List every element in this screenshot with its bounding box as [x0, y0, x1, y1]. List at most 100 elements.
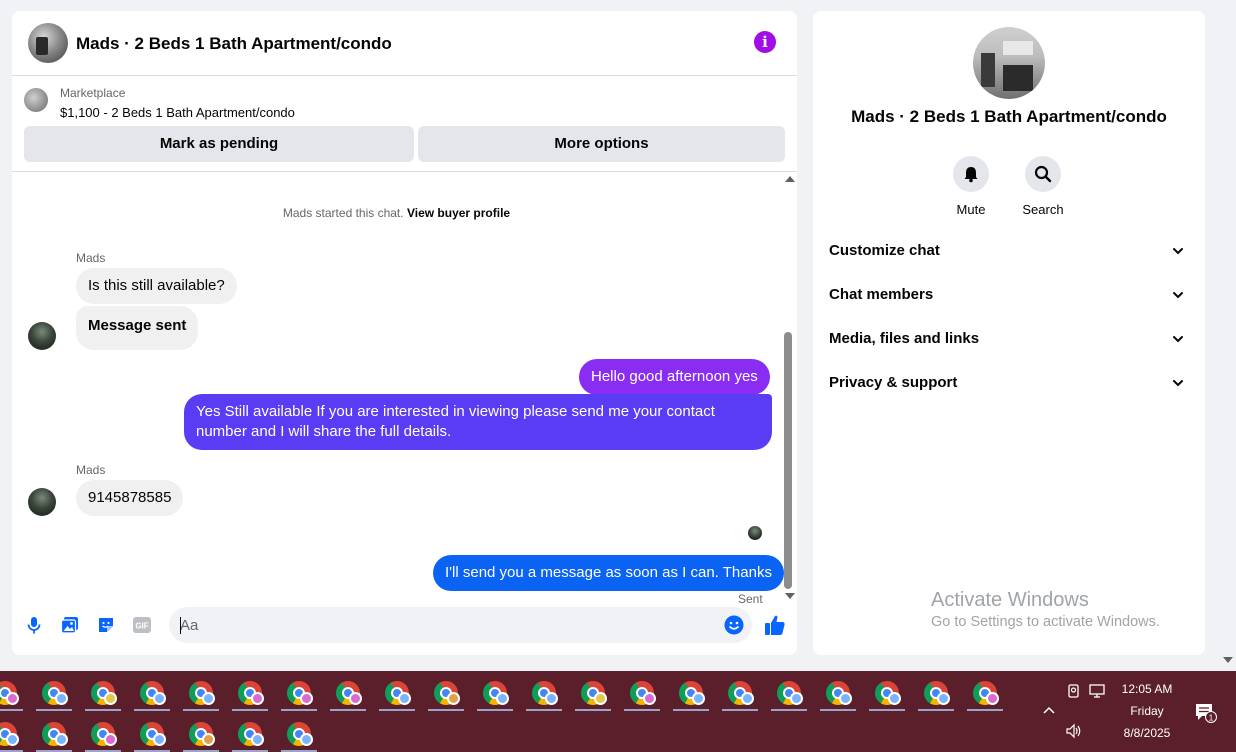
- taskbar-chrome-app[interactable]: [230, 673, 270, 711]
- outgoing-message-line-1: Yes Still available If you are intereste…: [196, 403, 715, 420]
- taskbar-chrome-app[interactable]: [671, 673, 711, 711]
- running-indicator: [624, 709, 660, 711]
- taskbar-chrome-app[interactable]: [769, 673, 809, 711]
- chat-started-note: Mads started this chat. View buyer profi…: [12, 206, 781, 220]
- info-icon[interactable]: i: [754, 31, 776, 53]
- taskbar-chrome-app[interactable]: [867, 673, 907, 711]
- volume-icon[interactable]: [1065, 723, 1083, 739]
- notification-center-icon[interactable]: 1: [1194, 702, 1218, 724]
- profile-badge-icon: [643, 692, 656, 705]
- clock-day[interactable]: Friday: [1112, 704, 1182, 718]
- profile-badge-icon: [937, 692, 950, 705]
- taskbar-chrome-app[interactable]: [132, 714, 172, 752]
- gif-icon[interactable]: GIF: [132, 615, 152, 635]
- taskbar-chrome-app[interactable]: [524, 673, 564, 711]
- bell-icon: [964, 167, 978, 183]
- running-indicator: [820, 709, 856, 711]
- clock-date[interactable]: 8/8/2025: [1112, 726, 1182, 740]
- running-indicator: [281, 709, 317, 711]
- taskbar-chrome-app[interactable]: [0, 714, 25, 752]
- message-input[interactable]: [169, 607, 752, 643]
- marketplace-label: Marketplace: [60, 86, 126, 100]
- conversation-title[interactable]: Mads · 2 Beds 1 Bath Apartment/condo: [76, 34, 392, 54]
- scroll-up-arrow-icon[interactable]: [785, 176, 795, 182]
- profile-badge-icon: [251, 733, 264, 746]
- taskbar-chrome-app[interactable]: [916, 673, 956, 711]
- meet-now-icon[interactable]: [1066, 683, 1082, 699]
- listing-description[interactable]: $1,100 - 2 Beds 1 Bath Apartment/condo: [60, 105, 295, 120]
- section-label: Customize chat: [829, 242, 940, 259]
- view-buyer-profile-link[interactable]: View buyer profile: [407, 206, 510, 220]
- chat-members-section[interactable]: Chat members: [829, 280, 1189, 312]
- running-indicator: [575, 709, 611, 711]
- customize-chat-section[interactable]: Customize chat: [829, 236, 1189, 268]
- search-button[interactable]: Search: [1013, 156, 1073, 217]
- conversation-avatar[interactable]: [28, 23, 68, 63]
- profile-badge-icon: [104, 733, 117, 746]
- running-indicator: [36, 709, 72, 711]
- taskbar-chrome-app[interactable]: [181, 714, 221, 752]
- taskbar-chrome-app[interactable]: [328, 673, 368, 711]
- outgoing-message[interactable]: I'll send you a message as soon as I can…: [433, 555, 784, 591]
- running-indicator: [526, 709, 562, 711]
- more-options-button[interactable]: More options: [418, 126, 785, 162]
- profile-badge-icon: [741, 692, 754, 705]
- sender-avatar[interactable]: [28, 322, 56, 350]
- media-files-links-section[interactable]: Media, files and links: [829, 324, 1189, 356]
- taskbar-chrome-app[interactable]: [573, 673, 613, 711]
- profile-badge-icon: [986, 692, 999, 705]
- taskbar-chrome-app[interactable]: [622, 673, 662, 711]
- profile-badge-icon: [790, 692, 803, 705]
- incoming-message[interactable]: Is this still available?: [76, 268, 237, 304]
- taskbar-chrome-app[interactable]: [426, 673, 466, 711]
- taskbar-chrome-app[interactable]: [34, 673, 74, 711]
- microphone-icon[interactable]: [24, 615, 44, 635]
- taskbar-chrome-app[interactable]: [377, 673, 417, 711]
- sticker-icon[interactable]: [96, 615, 116, 635]
- taskbar-chrome-app[interactable]: [0, 673, 25, 711]
- conversation-info-panel: Mads · 2 Beds 1 Bath Apartment/condo Mut…: [813, 11, 1205, 655]
- network-icon[interactable]: [1089, 683, 1107, 699]
- taskbar-chrome-app[interactable]: [720, 673, 760, 711]
- profile-badge-icon: [398, 692, 411, 705]
- running-indicator: [771, 709, 807, 711]
- incoming-message[interactable]: Message sent: [76, 306, 199, 350]
- incoming-message[interactable]: 9145878585: [76, 480, 184, 516]
- sender-avatar[interactable]: [28, 488, 56, 516]
- svg-text:GIF: GIF: [135, 622, 148, 631]
- taskbar-chrome-app[interactable]: [475, 673, 515, 711]
- taskbar-chrome-app[interactable]: [965, 673, 1005, 711]
- running-indicator: [330, 709, 366, 711]
- taskbar-chrome-app[interactable]: [279, 673, 319, 711]
- thumbs-up-icon[interactable]: [764, 614, 786, 636]
- mute-button[interactable]: Mute: [941, 156, 1001, 217]
- taskbar-chrome-app[interactable]: [818, 673, 858, 711]
- profile-avatar[interactable]: [973, 27, 1045, 99]
- running-indicator: [428, 709, 464, 711]
- clock-time[interactable]: 12:05 AM: [1112, 682, 1182, 696]
- chevron-down-icon: [1173, 248, 1183, 255]
- search-icon: [1034, 165, 1052, 183]
- taskbar-chrome-app[interactable]: [34, 714, 74, 752]
- taskbar-chrome-app[interactable]: [83, 714, 123, 752]
- taskbar-chrome-app[interactable]: [132, 673, 172, 711]
- chevron-down-icon: [1173, 380, 1183, 387]
- photo-icon[interactable]: [60, 615, 80, 635]
- message-scrollbar[interactable]: [781, 176, 797, 599]
- page-scroll-down-arrow-icon[interactable]: [1223, 657, 1233, 663]
- outgoing-message[interactable]: Yes Still available If you are intereste…: [184, 394, 772, 450]
- taskbar-chrome-app[interactable]: [279, 714, 319, 752]
- privacy-support-section[interactable]: Privacy & support: [829, 368, 1189, 400]
- taskbar-chrome-app[interactable]: [83, 673, 123, 711]
- outgoing-message[interactable]: Hello good afternoon yes: [579, 359, 770, 395]
- profile-badge-icon: [447, 692, 460, 705]
- listing-thumbnail[interactable]: [24, 88, 48, 112]
- section-label: Chat members: [829, 286, 934, 303]
- mark-as-pending-button[interactable]: Mark as pending: [24, 126, 414, 162]
- taskbar-chrome-app[interactable]: [230, 714, 270, 752]
- profile-badge-icon: [202, 692, 215, 705]
- emoji-icon[interactable]: [724, 615, 744, 635]
- taskbar-chrome-app[interactable]: [181, 673, 221, 711]
- show-hidden-icons-chevron-icon[interactable]: [1042, 705, 1056, 715]
- scrollbar-thumb[interactable]: [784, 332, 792, 589]
